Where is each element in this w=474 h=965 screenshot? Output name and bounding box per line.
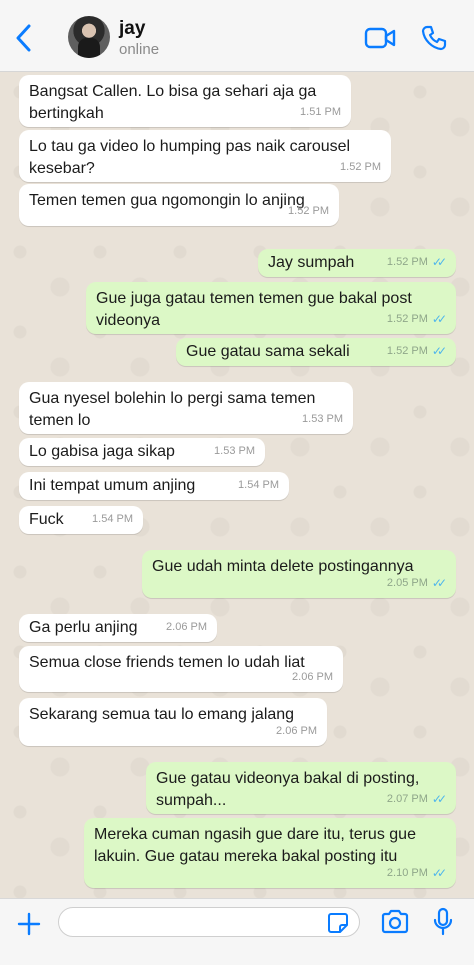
message-time: 1.52 PM bbox=[386, 313, 428, 325]
message-outgoing[interactable]: Gue juga gatau temen temen gue bakal pos… bbox=[86, 282, 456, 334]
message-incoming[interactable]: Temen temen gua ngomongin lo anjing 1.52… bbox=[19, 184, 339, 226]
camera-icon bbox=[381, 909, 409, 934]
avatar[interactable] bbox=[68, 16, 110, 58]
message-text: Sekarang semua tau lo emang jalang bbox=[29, 706, 295, 723]
read-receipt-icon: ✓✓ bbox=[431, 255, 447, 269]
message-outgoing[interactable]: Gue gatau sama sekali 1.52 PM ✓✓ bbox=[176, 338, 456, 366]
message-incoming[interactable]: Ga perlu anjing 2.06 PM bbox=[19, 614, 217, 642]
message-incoming[interactable]: Lo tau ga video lo humping pas naik caro… bbox=[19, 130, 391, 182]
chevron-left-icon bbox=[16, 24, 31, 52]
message-time: 1.52 PM bbox=[288, 205, 329, 217]
message-time: 1.53 PM bbox=[302, 413, 343, 425]
message-outgoing[interactable]: Mereka cuman ngasih gue dare itu, terus … bbox=[84, 818, 456, 888]
microphone-icon bbox=[433, 907, 453, 936]
message-incoming[interactable]: Fuck 1.54 PM bbox=[19, 506, 143, 534]
message-time: 1.54 PM bbox=[92, 513, 133, 525]
video-camera-icon bbox=[364, 27, 396, 49]
message-time: 1.54 PM bbox=[238, 479, 279, 491]
message-text: Lo tau ga video lo humping pas naik caro… bbox=[29, 138, 351, 177]
read-receipt-icon: ✓✓ bbox=[431, 344, 447, 358]
read-receipt-icon: ✓✓ bbox=[431, 792, 447, 806]
phone-icon bbox=[421, 25, 447, 51]
contact-name[interactable]: jay bbox=[119, 18, 145, 40]
message-incoming[interactable]: Lo gabisa jaga sikap 1.53 PM bbox=[19, 438, 265, 466]
message-list[interactable]: Bangsat Callen. Lo bisa ga sehari aja ga… bbox=[0, 72, 474, 898]
message-outgoing[interactable]: Gue gatau videonya bakal di posting, sum… bbox=[146, 762, 456, 814]
message-time: 1.51 PM bbox=[300, 106, 341, 118]
message-time: 2.10 PM bbox=[386, 867, 428, 879]
message-text: Semua close friends temen lo udah liat bbox=[29, 654, 305, 671]
message-time: 1.52 PM bbox=[386, 345, 428, 357]
video-call-button[interactable] bbox=[364, 24, 396, 52]
message-outgoing[interactable]: Jay sumpah 1.52 PM ✓✓ bbox=[258, 249, 456, 277]
attach-button[interactable] bbox=[14, 909, 44, 939]
message-incoming[interactable]: Bangsat Callen. Lo bisa ga sehari aja ga… bbox=[19, 75, 351, 127]
voice-message-button[interactable] bbox=[432, 907, 454, 937]
composer-bar bbox=[0, 898, 474, 965]
message-input[interactable] bbox=[58, 907, 360, 937]
message-time: 2.07 PM bbox=[386, 793, 428, 805]
message-time: 2.05 PM bbox=[386, 577, 428, 589]
message-time: 2.06 PM bbox=[166, 621, 207, 633]
camera-button[interactable] bbox=[380, 909, 410, 935]
plus-icon bbox=[17, 912, 41, 936]
message-text: Gua nyesel bolehin lo pergi sama temen t… bbox=[29, 390, 316, 429]
message-time: 2.06 PM bbox=[292, 671, 333, 683]
read-receipt-icon: ✓✓ bbox=[431, 312, 447, 326]
message-time: 2.06 PM bbox=[276, 725, 317, 737]
read-receipt-icon: ✓✓ bbox=[431, 576, 447, 590]
message-text: Bangsat Callen. Lo bisa ga sehari aja ga… bbox=[29, 83, 317, 122]
message-outgoing[interactable]: Gue udah minta delete postingannya 2.05 … bbox=[142, 550, 456, 598]
message-time: 1.52 PM bbox=[340, 161, 381, 173]
voice-call-button[interactable] bbox=[420, 24, 448, 52]
sticker-button[interactable] bbox=[327, 912, 349, 934]
read-receipt-icon: ✓✓ bbox=[431, 866, 447, 880]
message-incoming[interactable]: Ini tempat umum anjing 1.54 PM bbox=[19, 472, 289, 500]
message-incoming[interactable]: Sekarang semua tau lo emang jalang 2.06 … bbox=[19, 698, 327, 746]
sticker-icon bbox=[328, 913, 348, 933]
message-time: 1.53 PM bbox=[214, 445, 255, 457]
contact-status: online bbox=[119, 41, 160, 58]
message-incoming[interactable]: Semua close friends temen lo udah liat 2… bbox=[19, 646, 343, 692]
message-text: Temen temen gua ngomongin lo anjing bbox=[29, 192, 305, 209]
back-button[interactable] bbox=[8, 20, 38, 56]
message-incoming[interactable]: Gua nyesel bolehin lo pergi sama temen t… bbox=[19, 382, 353, 434]
chat-header: jay online bbox=[0, 0, 474, 72]
message-time: 1.52 PM bbox=[386, 256, 428, 268]
